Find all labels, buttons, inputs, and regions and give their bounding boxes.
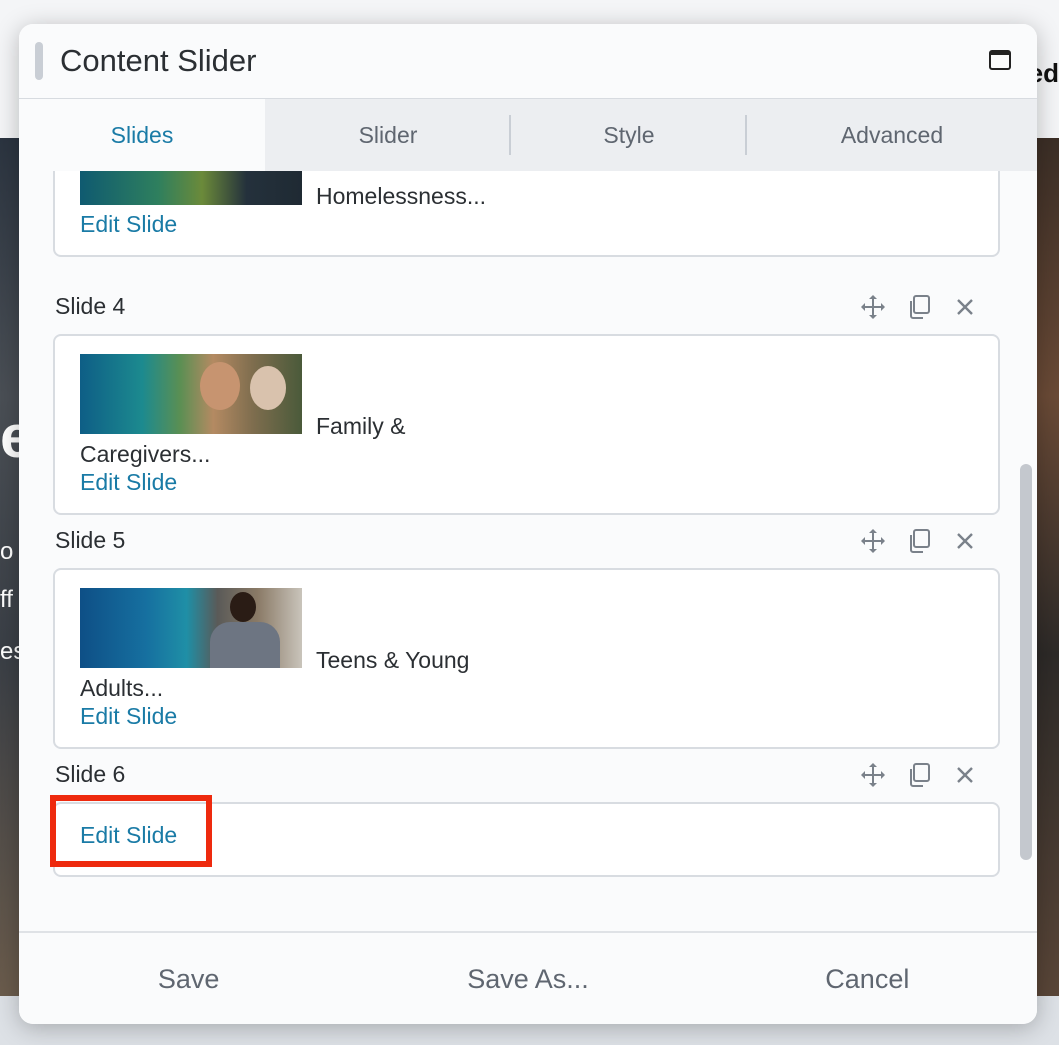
slide-thumbnail bbox=[80, 354, 302, 434]
slide-title: Homelessness... bbox=[316, 183, 487, 209]
slide-actions bbox=[859, 527, 979, 555]
scrollbar-thumb[interactable] bbox=[1020, 464, 1032, 860]
tab-slides[interactable]: Slides bbox=[19, 99, 265, 171]
slide-actions bbox=[859, 293, 979, 321]
thumbnail-figure bbox=[200, 362, 240, 410]
thumbnail-figure bbox=[210, 622, 280, 668]
cancel-button[interactable]: Cancel bbox=[698, 933, 1037, 1024]
slide-card: Family & Caregivers... Edit Slide bbox=[53, 334, 1000, 515]
copy-icon[interactable] bbox=[905, 527, 933, 555]
save-button[interactable]: Save bbox=[19, 933, 358, 1024]
slide-actions bbox=[859, 761, 979, 789]
close-icon[interactable] bbox=[951, 761, 979, 789]
slide-title: Teens & Young bbox=[316, 647, 470, 673]
slide-card: Homelessness... Edit Slide bbox=[53, 171, 1000, 257]
move-arrows-icon[interactable] bbox=[859, 293, 887, 321]
slide-label: Slide 4 bbox=[55, 293, 126, 319]
thumbnail-figure bbox=[250, 366, 286, 410]
dialog-footer: Save Save As... Cancel bbox=[19, 931, 1037, 1024]
edit-slide-link[interactable]: Edit Slide bbox=[80, 703, 177, 730]
slide-card: Teens & Young Adults... Edit Slide bbox=[53, 568, 1000, 749]
dialog-header[interactable]: Content Slider bbox=[19, 24, 1037, 99]
tab-label: Slider bbox=[358, 122, 418, 148]
drag-handle[interactable] bbox=[35, 42, 43, 80]
tab-style[interactable]: Style bbox=[511, 99, 747, 171]
tab-label: Slides bbox=[110, 122, 174, 148]
slide-title-continued: Adults... bbox=[80, 675, 164, 701]
move-arrows-icon[interactable] bbox=[859, 527, 887, 555]
copy-icon[interactable] bbox=[905, 293, 933, 321]
slide-title-continued: Caregivers... bbox=[80, 441, 211, 467]
content-slider-dialog: Content Slider Slides Slider Style Advan… bbox=[19, 24, 1037, 1024]
slide-label: Slide 5 bbox=[55, 527, 126, 553]
tab-bar: Slides Slider Style Advanced bbox=[19, 99, 1037, 171]
slide-label: Slide 6 bbox=[55, 761, 126, 787]
window-maximize-icon[interactable] bbox=[989, 50, 1011, 70]
copy-icon[interactable] bbox=[905, 761, 933, 789]
close-icon[interactable] bbox=[951, 527, 979, 555]
slide-title: Family & bbox=[316, 413, 406, 439]
dialog-title: Content Slider bbox=[60, 43, 257, 78]
slide-thumbnail bbox=[80, 588, 302, 668]
tab-label: Style bbox=[603, 122, 655, 148]
move-arrows-icon[interactable] bbox=[859, 761, 887, 789]
tab-slider[interactable]: Slider bbox=[265, 99, 511, 171]
close-icon[interactable] bbox=[951, 293, 979, 321]
highlight-box bbox=[50, 795, 212, 867]
tab-label: Advanced bbox=[840, 122, 944, 148]
edit-slide-link[interactable]: Edit Slide bbox=[80, 469, 177, 496]
thumbnail-figure bbox=[230, 592, 256, 622]
background-text-fragment: o bbox=[0, 538, 14, 565]
slide-thumbnail bbox=[80, 171, 302, 205]
edit-slide-link[interactable]: Edit Slide bbox=[80, 211, 177, 238]
tab-advanced[interactable]: Advanced bbox=[747, 99, 1037, 171]
background-text-fragment: ff bbox=[0, 586, 13, 613]
save-as-button[interactable]: Save As... bbox=[358, 933, 697, 1024]
slides-list[interactable]: Homelessness... Edit Slide Slide 4 Famil… bbox=[19, 171, 1037, 931]
